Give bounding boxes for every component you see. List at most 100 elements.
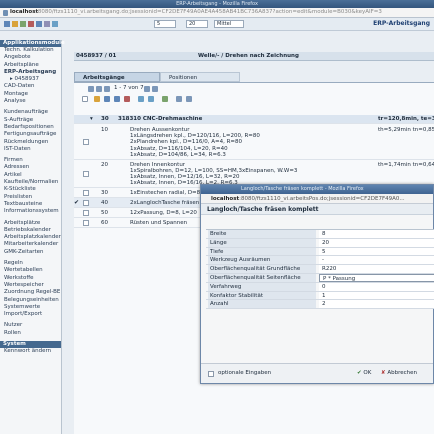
move-up-icon[interactable] (138, 96, 144, 102)
sidebar-item[interactable]: Angebote (0, 54, 61, 61)
parameter-value[interactable]: 1 (319, 291, 434, 300)
sidebar-item[interactable]: Arbeitspläne (0, 62, 61, 69)
sidebar-item[interactable]: S-Aufträge (0, 117, 61, 124)
parameter-value[interactable]: 5 (319, 247, 434, 256)
row-checkbox[interactable] (83, 139, 89, 146)
delete-icon[interactable] (28, 21, 34, 27)
move-down-icon[interactable] (148, 96, 154, 102)
sidebar-item[interactable]: Werkstoffe (0, 275, 61, 282)
parameter-value[interactable]: 8 (319, 230, 434, 238)
sidebar-item[interactable]: Arbeitsplätze (0, 220, 61, 227)
row-checkbox[interactable] (83, 219, 89, 226)
collapse-icon[interactable]: ▾ (90, 116, 93, 122)
parameter-row: Anzahl 2 (206, 300, 434, 310)
sidebar-item[interactable]: Betriebskalender (0, 227, 61, 234)
row-line: 1xEinstechen radial, D=86/... (130, 189, 211, 196)
url-bar[interactable]: localhost :8080/ftzs1110_vi.arbeitsgang.… (0, 8, 434, 18)
parameter-value[interactable]: - (319, 256, 434, 265)
popup-url-bar[interactable]: localhost:8080/ftzs1110_vi.arbeitsPos.do… (201, 194, 433, 204)
row-checkbox[interactable] (83, 189, 89, 196)
next-icon[interactable] (144, 86, 150, 92)
selected-check-icon: ✔ (74, 198, 80, 206)
sidebar-item[interactable]: Firmen (0, 157, 61, 164)
help-icon[interactable] (44, 21, 50, 27)
sidebar-item[interactable]: Mitarbeiterkalender (0, 241, 61, 248)
sidebar-item[interactable]: Belegungseinheiten (0, 297, 61, 304)
calc-icon[interactable] (162, 96, 168, 102)
parameter-value[interactable]: P * Passung (319, 273, 434, 282)
sidebar-item[interactable]: Rückmeldungen (0, 139, 61, 146)
parameter-value[interactable]: 2 (319, 300, 434, 309)
sidebar-item[interactable]: Preislisten (0, 194, 61, 201)
edit-icon[interactable] (104, 96, 110, 102)
sidebar-item[interactable]: Arbeitsplatzkalender (0, 234, 61, 241)
sidebar-item[interactable]: K-Stückliste (0, 186, 61, 193)
sidebar-item[interactable]: Systemwerte (0, 304, 61, 311)
sidebar-item[interactable]: IST-Daten (0, 146, 61, 153)
refresh-icon[interactable] (20, 21, 26, 27)
settings-icon[interactable] (52, 21, 58, 27)
collapse-icon[interactable] (186, 96, 192, 102)
delete-row-icon[interactable] (124, 96, 130, 102)
row-line: 1xAbsatz, D=104/86, L=34, R=6.3 (130, 151, 226, 158)
group-row[interactable]: ▾ 30 318310 CNC-Drehmaschine tr=120,8min, t… (74, 115, 434, 124)
sidebar-item[interactable]: Nutzer (0, 322, 61, 329)
new-icon[interactable] (94, 96, 100, 102)
sidebar-item[interactable]: Wertetabellen (0, 267, 61, 274)
sidebar-item[interactable]: Fertigungsaufträge (0, 131, 61, 138)
sidebar-item[interactable]: Techn. Kalkulation (0, 47, 61, 54)
parameter-row: Konfaktor Stabilität 1 (206, 291, 434, 301)
prev-icon[interactable] (104, 86, 110, 92)
last-page-icon[interactable] (152, 86, 158, 92)
sidebar-item[interactable]: Adressen (0, 164, 61, 171)
sidebar-item[interactable]: Montage (0, 91, 61, 98)
table-row[interactable]: 10 Drehen Aussenkontur 1xLängsdrehen kpl.,… (74, 125, 434, 160)
sidebar-item[interactable]: Kaufteile/Normalien (0, 179, 61, 186)
prev-page-icon[interactable] (96, 86, 102, 92)
ok-button[interactable]: ✔ OK (357, 369, 371, 378)
pager-text: 1 - 7 von 7 (114, 85, 144, 91)
row-checkbox[interactable] (83, 199, 89, 206)
parameter-value[interactable]: 0 (319, 282, 434, 291)
sidebar-item[interactable]: Import/Export (0, 311, 61, 318)
sidebar-item[interactable]: ▸ 0458937 (0, 76, 61, 83)
sidebar-item[interactable]: GMK-Zeitarten (0, 249, 61, 256)
select-3[interactable]: Mittel (214, 20, 244, 28)
sidebar-item[interactable]: Bedarfspositionen (0, 124, 61, 131)
breadcrumb (64, 31, 434, 40)
sidebar-item-password[interactable]: Kennwort ändern (0, 348, 61, 355)
expand-icon[interactable] (176, 96, 182, 102)
tab-arbeitsgaenge[interactable]: Arbeitsgänge (74, 72, 160, 82)
sidebar-item[interactable]: Rollen (0, 330, 61, 337)
folder-icon[interactable] (12, 21, 18, 27)
print-icon[interactable] (36, 21, 42, 27)
select-all-checkbox[interactable] (82, 96, 88, 102)
select-1[interactable]: 5 (154, 20, 176, 28)
row-num: 10 (101, 127, 108, 133)
copy-icon[interactable] (114, 96, 120, 102)
sidebar-item[interactable]: Zuordnung Regel-BE (0, 289, 61, 296)
ok-label: OK (363, 370, 372, 376)
row-checkbox[interactable] (83, 209, 89, 216)
parameter-value[interactable]: 20 (319, 238, 434, 247)
tab-bar: Arbeitsgänge Positionen (74, 72, 434, 82)
select-2[interactable]: 20 (186, 20, 208, 28)
parameter-value[interactable]: R220 (319, 265, 434, 273)
optional-inputs-checkbox[interactable] (208, 371, 214, 377)
row-checkbox[interactable] (83, 170, 89, 177)
sidebar-item[interactable]: Textbausteine (0, 201, 61, 208)
row-text: 12xPassung, D=8, L=20 (130, 210, 197, 216)
sidebar-item[interactable]: Kundenaufträge (0, 109, 61, 116)
sidebar-item[interactable]: Informationssystem (0, 208, 61, 215)
tab-positionen[interactable]: Positionen (160, 72, 240, 82)
first-page-icon[interactable] (88, 86, 94, 92)
row-num: 60 (101, 219, 108, 226)
sidebar-item[interactable]: Artikel (0, 172, 61, 179)
sidebar-item[interactable]: CAD-Daten (0, 83, 61, 90)
cancel-button[interactable]: ✘ Abbrechen (381, 369, 417, 378)
sidebar-item[interactable]: ERP-Arbeitsgang (0, 69, 61, 76)
sidebar-item[interactable]: Wertespeicher (0, 282, 61, 289)
home-icon[interactable] (4, 21, 10, 27)
sidebar-item[interactable]: Regeln (0, 260, 61, 267)
sidebar-item[interactable]: Analyse (0, 98, 61, 105)
